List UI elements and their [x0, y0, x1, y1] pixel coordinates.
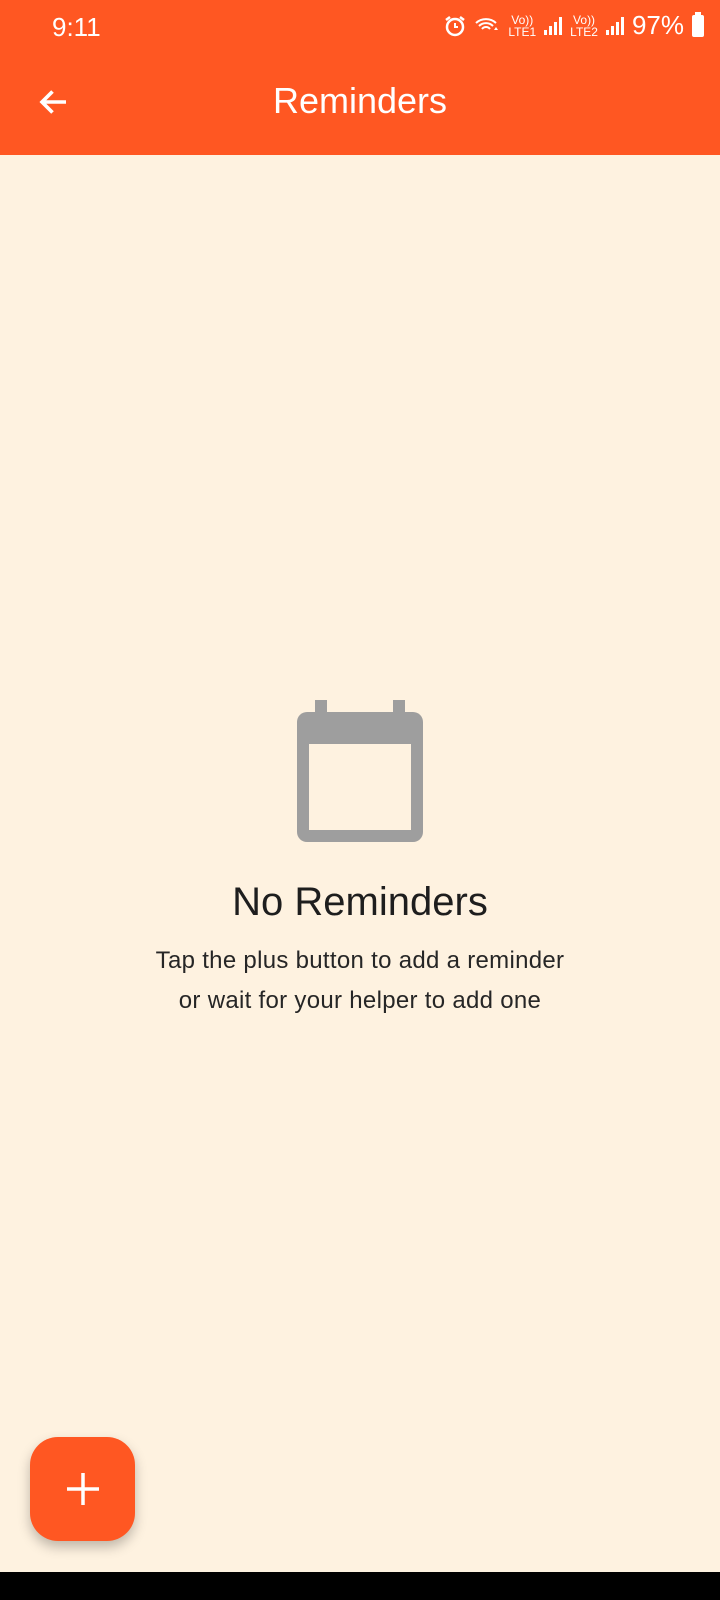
system-nav-bar: [0, 1572, 720, 1600]
network-label: LTE1: [508, 24, 537, 39]
wifi-icon: [475, 17, 499, 30]
sim1-indicator: Vo)) LTE1: [508, 14, 536, 38]
empty-heading: No Reminders: [232, 880, 488, 924]
empty-state: No Reminders Tap the plus button to add …: [0, 700, 720, 1021]
signal-icon: [544, 16, 563, 35]
volte-label: Vo)): [573, 12, 596, 27]
plus-icon: [66, 1473, 99, 1505]
sim2-indicator: Vo)) LTE2: [570, 14, 598, 38]
description-line: or wait for your helper to add one: [178, 987, 542, 1014]
empty-description: Tap the plus button to add a reminder or…: [0, 941, 720, 1021]
volte-label: Vo)): [511, 12, 534, 27]
battery-icon: [692, 11, 704, 37]
app-bar: 9:11 Vo)) LTE1 Vo)) LTE2 97% Reminders: [0, 0, 720, 155]
page-title: Reminders: [272, 80, 448, 121]
signal-icon: [605, 16, 624, 35]
calendar-icon: [297, 700, 423, 842]
network-label: LTE2: [570, 24, 598, 39]
alarm-icon: [445, 15, 466, 36]
status-time: 9:11: [52, 12, 101, 42]
status-icons: Vo)) LTE1 Vo)) LTE2 97%: [444, 10, 704, 41]
description-line: Tap the plus button to add a reminder: [155, 947, 565, 974]
add-reminder-button[interactable]: [30, 1437, 135, 1541]
battery-percent: 97%: [631, 10, 684, 40]
